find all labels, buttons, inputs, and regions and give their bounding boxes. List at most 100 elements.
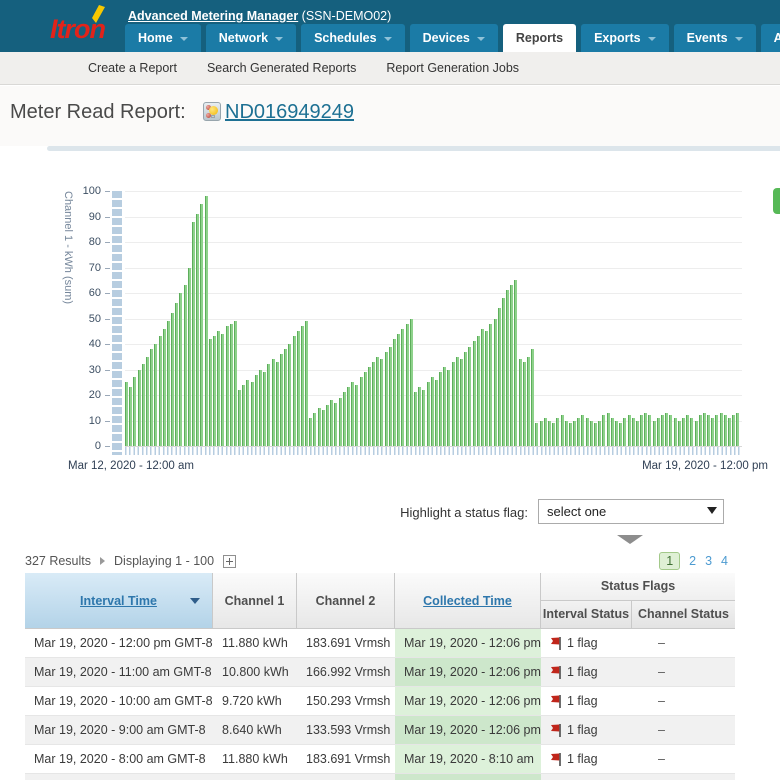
page: Itron Advanced Metering Manager (SSN-DEM… — [0, 0, 780, 780]
chart-bar — [272, 359, 275, 446]
tab-schedules[interactable]: Schedules — [301, 24, 405, 52]
column-header-collected-time[interactable]: Collected Time — [395, 573, 541, 628]
tab-reports[interactable]: Reports — [503, 24, 576, 52]
chart-bar — [669, 415, 672, 446]
add-columns-icon[interactable] — [223, 555, 236, 568]
chart-bar — [280, 354, 283, 446]
y-axis-tick-label: 20 — [58, 389, 101, 401]
chart-bar — [368, 367, 371, 446]
page-4-button[interactable]: 4 — [721, 554, 728, 568]
chart-bar — [519, 359, 522, 446]
page-1-button[interactable]: 1 — [659, 552, 680, 570]
chart-bar — [343, 392, 346, 446]
app-header: Itron Advanced Metering Manager (SSN-DEM… — [0, 0, 780, 52]
chevron-down-icon — [477, 37, 485, 41]
chart-bar — [489, 324, 492, 446]
table-header: Interval Time Channel 1 Channel 2 Collec… — [25, 573, 735, 629]
chart-bar — [334, 403, 337, 446]
y-axis-tick-label: 90 — [58, 211, 101, 223]
page-2-button[interactable]: 2 — [689, 554, 696, 568]
chart-bar — [561, 415, 564, 446]
y-axis-tick-label: 50 — [58, 313, 101, 325]
chevron-down-icon — [648, 37, 656, 41]
status-flag-select[interactable]: select one — [538, 499, 724, 524]
chart-bar — [322, 410, 325, 446]
y-axis-tick — [105, 370, 110, 371]
y-axis-tick — [105, 293, 110, 294]
table-row: Mar 19, 2020 - 9:00 am GMT-8 8.640 kWh 1… — [25, 716, 735, 745]
subnav-search-generated-reports[interactable]: Search Generated Reports — [207, 61, 356, 75]
y-axis-tick — [105, 217, 110, 218]
chart-bar — [581, 415, 584, 446]
chart-bar — [171, 313, 174, 446]
chart-bar — [577, 418, 580, 446]
table-row: Mar 19, 2020 - 8:00 am GMT-8 11.880 kWh … — [25, 745, 735, 774]
tab-admin[interactable]: Admin — [761, 24, 780, 52]
chart-bar — [380, 359, 383, 446]
chart-bar — [330, 400, 333, 446]
chart-bar — [665, 413, 668, 446]
column-header-interval-time[interactable]: Interval Time — [25, 573, 213, 628]
chart-bar — [590, 421, 593, 447]
chart-bar — [138, 370, 141, 447]
chart-bar — [695, 421, 698, 447]
chart-bar — [573, 421, 576, 447]
chart-bar — [347, 387, 350, 446]
chart-bar — [481, 329, 484, 446]
chart-bar — [242, 385, 245, 446]
chart-bar — [565, 421, 568, 447]
column-header-channel-status: Channel Status — [632, 601, 735, 628]
collapse-chart-arrow[interactable] — [617, 535, 643, 544]
chart-bar — [133, 377, 136, 446]
y-axis-tick-label: 0 — [58, 440, 101, 452]
table-row: Mar 19, 2020 - 12:00 pm GMT-8 11.880 kWh… — [25, 629, 735, 658]
chart-bar — [414, 392, 417, 446]
column-header-interval-status: Interval Status — [541, 601, 632, 628]
sort-descending-icon — [190, 598, 200, 604]
page-3-button[interactable]: 3 — [705, 554, 712, 568]
chevron-down-icon — [384, 37, 392, 41]
chart-bar — [611, 418, 614, 446]
chart-bar — [569, 423, 572, 446]
y-axis-tick-label: 40 — [58, 338, 101, 350]
chart-bar — [200, 204, 203, 446]
chart-bar — [326, 405, 329, 446]
flag-icon — [550, 695, 562, 708]
chart-bar — [159, 336, 162, 446]
table-row: Mar 19, 2020 - 11:00 am GMT-8 10.800 kWh… — [25, 658, 735, 687]
chart-bar — [385, 352, 388, 446]
meter-id-link[interactable]: ND016949249 — [225, 101, 354, 124]
chart-bar — [439, 372, 442, 446]
chart-bar — [221, 334, 224, 446]
chart-bar — [435, 380, 438, 446]
chart-bar — [661, 415, 664, 446]
app-title-link[interactable]: Advanced Metering Manager — [128, 9, 298, 23]
tab-network[interactable]: Network — [206, 24, 296, 52]
chart-bar — [707, 415, 710, 446]
tab-home[interactable]: Home — [125, 24, 201, 52]
displaying-range: Displaying 1 - 100 — [114, 554, 214, 568]
status-flags-header: Status Flags — [541, 573, 735, 601]
chart-bar — [255, 375, 258, 446]
tab-events[interactable]: Events — [674, 24, 756, 52]
chart-bar — [464, 352, 467, 446]
chart-bar — [397, 334, 400, 446]
y-axis-tick-label: 100 — [58, 185, 101, 197]
flag-icon — [550, 637, 562, 650]
chart-bar — [251, 382, 254, 446]
chart-bar — [318, 408, 321, 446]
page-scrollbar-thumb[interactable] — [773, 188, 780, 214]
y-axis-tick-label: 70 — [58, 262, 101, 274]
chart-bar — [267, 364, 270, 446]
chevron-down-icon — [735, 37, 743, 41]
chart-bar — [728, 418, 731, 446]
chart-bar — [682, 418, 685, 446]
subnav-create-a-report[interactable]: Create a Report — [88, 61, 177, 75]
tab-exports[interactable]: Exports — [581, 24, 669, 52]
chart-bar — [217, 331, 220, 446]
chart-bar — [527, 357, 530, 446]
y-axis-tick — [105, 446, 110, 447]
subnav-report-generation-jobs[interactable]: Report Generation Jobs — [386, 61, 519, 75]
tab-devices[interactable]: Devices — [410, 24, 498, 52]
breadcrumb-arrow-icon — [100, 557, 105, 565]
